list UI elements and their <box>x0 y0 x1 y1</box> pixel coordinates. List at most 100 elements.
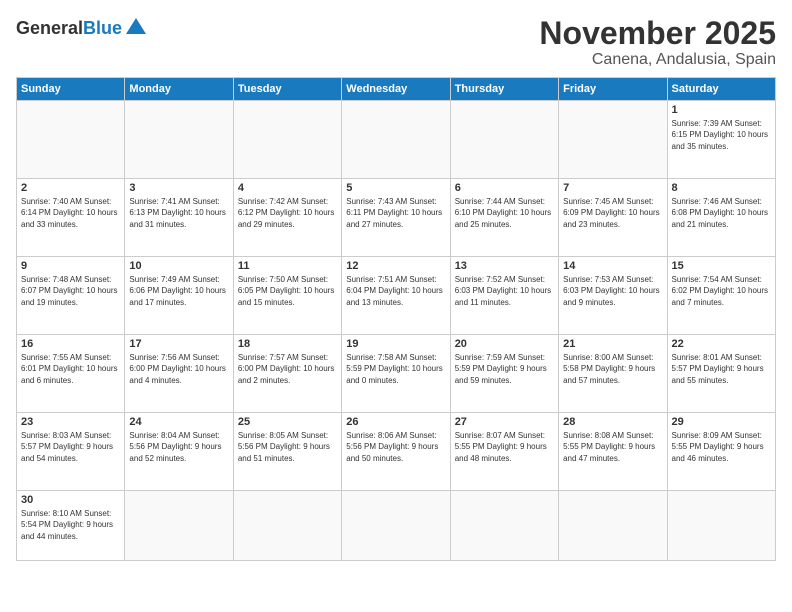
day-info: Sunrise: 7:45 AM Sunset: 6:09 PM Dayligh… <box>563 196 662 230</box>
day-number: 23 <box>21 416 120 428</box>
day-number: 9 <box>21 260 120 272</box>
header-friday: Friday <box>559 78 667 101</box>
calendar-week-1: 1 Sunrise: 7:39 AM Sunset: 6:15 PM Daylig… <box>17 101 776 179</box>
day-number: 13 <box>455 260 554 272</box>
table-row <box>125 491 233 561</box>
calendar-header-row: Sunday Monday Tuesday Wednesday Thursday… <box>17 78 776 101</box>
calendar-week-6: 30Sunrise: 8:10 AM Sunset: 5:54 PM Dayli… <box>17 491 776 561</box>
day-info: Sunrise: 7:51 AM Sunset: 6:04 PM Dayligh… <box>346 274 445 308</box>
table-row: 14 Sunrise: 7:53 AM Sunset: 6:03 PM Dayli… <box>559 257 667 335</box>
table-row <box>233 491 341 561</box>
day-info: Sunrise: 7:54 AM Sunset: 6:02 PM Dayligh… <box>672 274 771 308</box>
table-row: 12 Sunrise: 7:51 AM Sunset: 6:04 PM Dayli… <box>342 257 450 335</box>
table-row <box>342 491 450 561</box>
day-number: 16 <box>21 338 120 350</box>
day-info: Sunrise: 7:39 AM Sunset: 6:15 PM Dayligh… <box>672 118 771 152</box>
day-number: 17 <box>129 338 228 350</box>
day-info: Sunrise: 8:04 AM Sunset: 5:56 PM Dayligh… <box>129 430 228 464</box>
table-row: 9Sunrise: 7:48 AM Sunset: 6:07 PM Daylig… <box>17 257 125 335</box>
table-row: 1 Sunrise: 7:39 AM Sunset: 6:15 PM Daylig… <box>667 101 775 179</box>
table-row: 11Sunrise: 7:50 AM Sunset: 6:05 PM Dayli… <box>233 257 341 335</box>
day-number: 10 <box>129 260 228 272</box>
day-info: Sunrise: 7:58 AM Sunset: 5:59 PM Dayligh… <box>346 352 445 386</box>
day-info: Sunrise: 8:08 AM Sunset: 5:55 PM Dayligh… <box>563 430 662 464</box>
day-number: 25 <box>238 416 337 428</box>
day-info: Sunrise: 7:57 AM Sunset: 6:00 PM Dayligh… <box>238 352 337 386</box>
day-number: 8 <box>672 182 771 194</box>
day-info: Sunrise: 7:43 AM Sunset: 6:11 PM Dayligh… <box>346 196 445 230</box>
logo: General Blue <box>16 16 148 40</box>
table-row: 22Sunrise: 8:01 AM Sunset: 5:57 PM Dayli… <box>667 335 775 413</box>
header-sunday: Sunday <box>17 78 125 101</box>
table-row: 4Sunrise: 7:42 AM Sunset: 6:12 PM Daylig… <box>233 179 341 257</box>
logo-general-text: General <box>16 18 83 39</box>
day-info: Sunrise: 7:53 AM Sunset: 6:03 PM Dayligh… <box>563 274 662 308</box>
day-info: Sunrise: 7:41 AM Sunset: 6:13 PM Dayligh… <box>129 196 228 230</box>
calendar-week-3: 9Sunrise: 7:48 AM Sunset: 6:07 PM Daylig… <box>17 257 776 335</box>
logo-icon <box>124 16 148 40</box>
day-info: Sunrise: 8:06 AM Sunset: 5:56 PM Dayligh… <box>346 430 445 464</box>
table-row: 15Sunrise: 7:54 AM Sunset: 6:02 PM Dayli… <box>667 257 775 335</box>
day-info: Sunrise: 7:44 AM Sunset: 6:10 PM Dayligh… <box>455 196 554 230</box>
day-info: Sunrise: 7:55 AM Sunset: 6:01 PM Dayligh… <box>21 352 120 386</box>
day-info: Sunrise: 7:40 AM Sunset: 6:14 PM Dayligh… <box>21 196 120 230</box>
day-number: 4 <box>238 182 337 194</box>
header-wednesday: Wednesday <box>342 78 450 101</box>
header-tuesday: Tuesday <box>233 78 341 101</box>
table-row: 16 Sunrise: 7:55 AM Sunset: 6:01 PM Dayli… <box>17 335 125 413</box>
table-row: 2 Sunrise: 7:40 AM Sunset: 6:14 PM Daylig… <box>17 179 125 257</box>
table-row <box>450 491 558 561</box>
day-number: 21 <box>563 338 662 350</box>
day-number: 22 <box>672 338 771 350</box>
day-info: Sunrise: 7:50 AM Sunset: 6:05 PM Dayligh… <box>238 274 337 308</box>
month-title: November 2025 <box>539 16 776 51</box>
day-info: Sunrise: 8:07 AM Sunset: 5:55 PM Dayligh… <box>455 430 554 464</box>
calendar: Sunday Monday Tuesday Wednesday Thursday… <box>16 77 776 561</box>
day-number: 2 <box>21 182 120 194</box>
table-row <box>233 101 341 179</box>
day-info: Sunrise: 8:05 AM Sunset: 5:56 PM Dayligh… <box>238 430 337 464</box>
header-saturday: Saturday <box>667 78 775 101</box>
table-row <box>667 491 775 561</box>
table-row: 26 Sunrise: 8:06 AM Sunset: 5:56 PM Dayli… <box>342 413 450 491</box>
day-number: 14 <box>563 260 662 272</box>
table-row: 5Sunrise: 7:43 AM Sunset: 6:11 PM Daylig… <box>342 179 450 257</box>
day-number: 27 <box>455 416 554 428</box>
day-info: Sunrise: 8:00 AM Sunset: 5:58 PM Dayligh… <box>563 352 662 386</box>
table-row: 24 Sunrise: 8:04 AM Sunset: 5:56 PM Dayli… <box>125 413 233 491</box>
day-number: 7 <box>563 182 662 194</box>
table-row <box>450 101 558 179</box>
table-row: 23Sunrise: 8:03 AM Sunset: 5:57 PM Dayli… <box>17 413 125 491</box>
day-number: 24 <box>129 416 228 428</box>
table-row <box>125 101 233 179</box>
calendar-week-2: 2 Sunrise: 7:40 AM Sunset: 6:14 PM Daylig… <box>17 179 776 257</box>
logo-blue-text: Blue <box>83 18 122 39</box>
calendar-week-4: 16 Sunrise: 7:55 AM Sunset: 6:01 PM Dayli… <box>17 335 776 413</box>
table-row <box>342 101 450 179</box>
logo-text: General Blue <box>16 16 148 40</box>
header: General Blue November 2025 Canena, Andal… <box>16 16 776 69</box>
day-number: 1 <box>672 104 771 116</box>
header-thursday: Thursday <box>450 78 558 101</box>
table-row: 6Sunrise: 7:44 AM Sunset: 6:10 PM Daylig… <box>450 179 558 257</box>
table-row: 13 Sunrise: 7:52 AM Sunset: 6:03 PM Dayli… <box>450 257 558 335</box>
location-title: Canena, Andalusia, Spain <box>539 51 776 69</box>
table-row: 20Sunrise: 7:59 AM Sunset: 5:59 PM Dayli… <box>450 335 558 413</box>
table-row: 18Sunrise: 7:57 AM Sunset: 6:00 PM Dayli… <box>233 335 341 413</box>
table-row: 25 Sunrise: 8:05 AM Sunset: 5:56 PM Dayli… <box>233 413 341 491</box>
day-info: Sunrise: 7:52 AM Sunset: 6:03 PM Dayligh… <box>455 274 554 308</box>
table-row: 3 Sunrise: 7:41 AM Sunset: 6:13 PM Daylig… <box>125 179 233 257</box>
table-row: 30Sunrise: 8:10 AM Sunset: 5:54 PM Dayli… <box>17 491 125 561</box>
day-number: 26 <box>346 416 445 428</box>
day-info: Sunrise: 7:59 AM Sunset: 5:59 PM Dayligh… <box>455 352 554 386</box>
table-row <box>559 491 667 561</box>
header-monday: Monday <box>125 78 233 101</box>
table-row: 10 Sunrise: 7:49 AM Sunset: 6:06 PM Dayli… <box>125 257 233 335</box>
day-info: Sunrise: 7:49 AM Sunset: 6:06 PM Dayligh… <box>129 274 228 308</box>
day-number: 12 <box>346 260 445 272</box>
day-info: Sunrise: 7:56 AM Sunset: 6:00 PM Dayligh… <box>129 352 228 386</box>
table-row: 8Sunrise: 7:46 AM Sunset: 6:08 PM Daylig… <box>667 179 775 257</box>
day-info: Sunrise: 8:09 AM Sunset: 5:55 PM Dayligh… <box>672 430 771 464</box>
calendar-week-5: 23Sunrise: 8:03 AM Sunset: 5:57 PM Dayli… <box>17 413 776 491</box>
day-number: 3 <box>129 182 228 194</box>
